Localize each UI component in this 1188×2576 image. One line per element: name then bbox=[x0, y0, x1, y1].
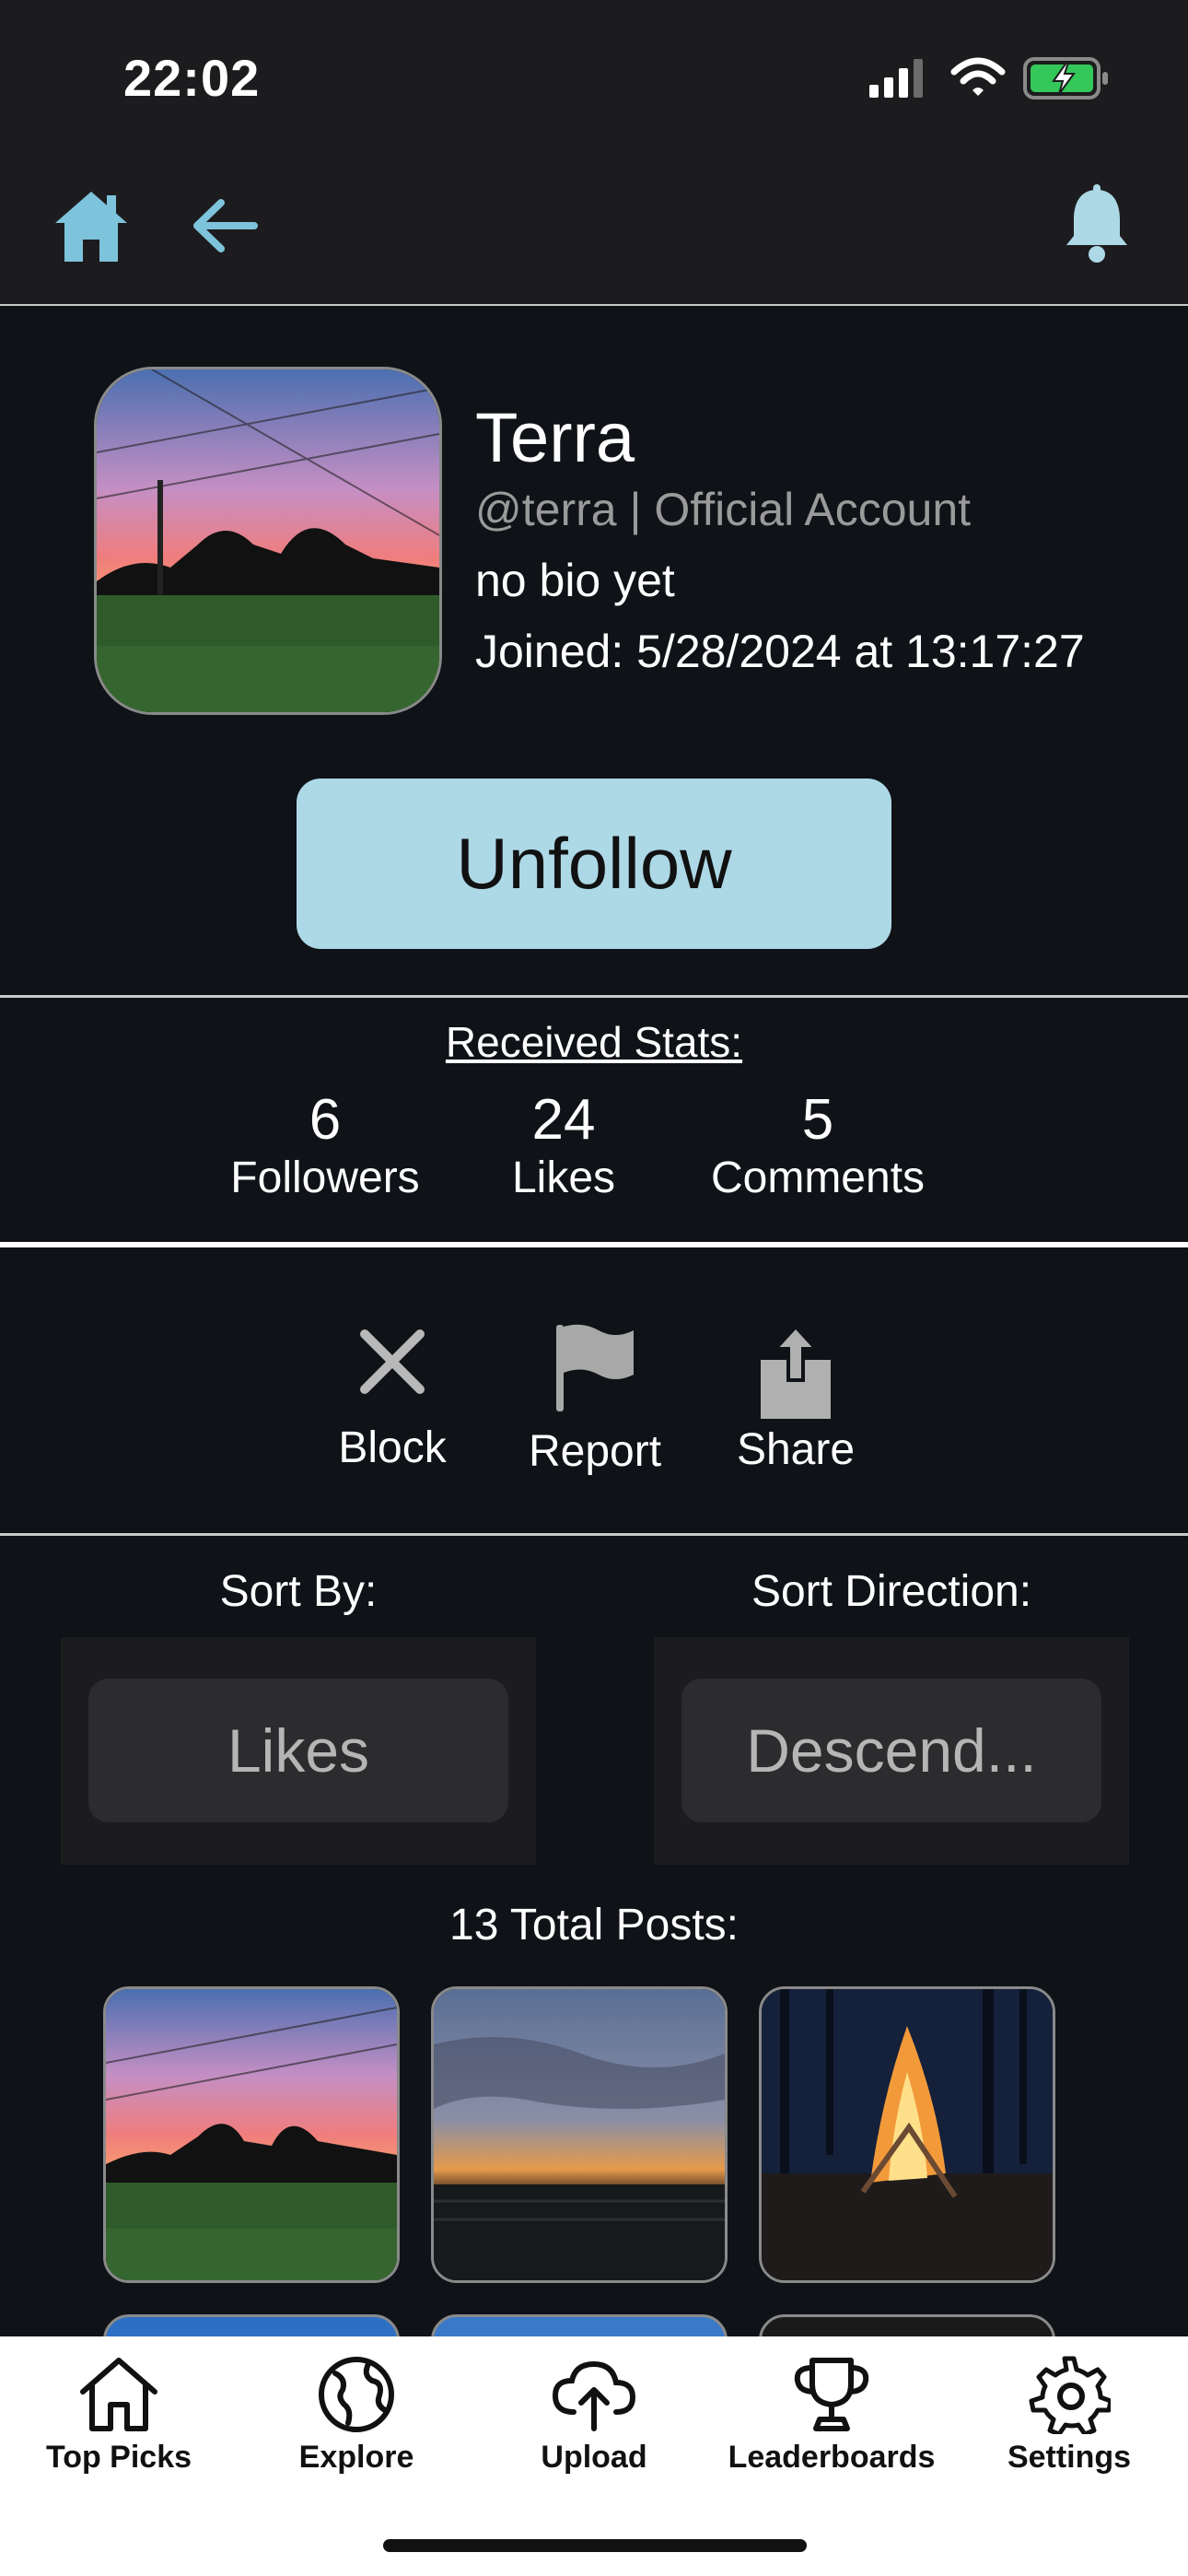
tab-settings[interactable]: Settings bbox=[950, 2355, 1188, 2476]
share-button[interactable]: Share bbox=[722, 1323, 869, 1475]
tab-leaderboards[interactable]: Leaderboards bbox=[713, 2355, 950, 2476]
signal-icon bbox=[869, 59, 923, 98]
back-arrow-icon[interactable] bbox=[190, 195, 260, 256]
globe-icon bbox=[319, 2357, 394, 2432]
flag-icon bbox=[556, 1324, 634, 1411]
stats-title: Received Stats: bbox=[445, 1018, 743, 1066]
cloud-upload-icon bbox=[552, 2360, 636, 2431]
sort-by-label: Sort By: bbox=[219, 1567, 378, 1616]
share-icon bbox=[761, 1324, 831, 1419]
top-bar bbox=[0, 0, 1188, 304]
actions-divider bbox=[0, 1533, 1188, 1536]
close-icon bbox=[360, 1329, 425, 1394]
header-divider bbox=[0, 304, 1188, 306]
sort-direction-select[interactable]: Descend... bbox=[681, 1679, 1101, 1822]
post-thumbnail[interactable] bbox=[431, 1986, 728, 2283]
profile-handle: @terra | Official Account bbox=[475, 484, 972, 535]
tab-upload[interactable]: Upload bbox=[475, 2355, 713, 2476]
profile-bio: no bio yet bbox=[475, 555, 675, 606]
stat-value: 24 bbox=[531, 1088, 596, 1152]
stat-value: 6 bbox=[309, 1088, 342, 1152]
stats-divider bbox=[0, 1242, 1188, 1247]
tab-top-picks[interactable]: Top Picks bbox=[0, 2355, 238, 2476]
trophy-icon bbox=[794, 2358, 869, 2431]
posts-count-title: 13 Total Posts: bbox=[449, 1901, 739, 1950]
stat-likes[interactable]: 24 Likes bbox=[472, 1087, 656, 1203]
report-button[interactable]: Report bbox=[512, 1321, 678, 1477]
status-time: 22:02 bbox=[123, 49, 261, 107]
home-indicator bbox=[383, 2539, 807, 2552]
stat-value: 5 bbox=[801, 1088, 834, 1152]
profile-divider bbox=[0, 995, 1188, 998]
home-nav-icon[interactable] bbox=[50, 184, 133, 267]
battery-icon bbox=[1023, 57, 1108, 100]
tab-explore[interactable]: Explore bbox=[238, 2355, 475, 2476]
sort-by-select[interactable]: Likes bbox=[88, 1679, 508, 1822]
block-button[interactable]: Block bbox=[319, 1325, 466, 1473]
home-icon bbox=[80, 2358, 157, 2431]
tab-label: Leaderboards bbox=[728, 2440, 936, 2475]
wifi-icon bbox=[950, 57, 1006, 96]
block-label: Block bbox=[338, 1423, 447, 1472]
profile-name: Terra bbox=[475, 399, 635, 477]
unfollow-button[interactable]: Unfollow bbox=[297, 779, 891, 949]
profile-joined-date: Joined: 5/28/2024 at 13:17:27 bbox=[475, 626, 1085, 677]
profile-avatar bbox=[94, 367, 442, 715]
stat-label: Likes bbox=[511, 1153, 616, 1202]
sort-direction-label: Sort Direction: bbox=[751, 1567, 1032, 1616]
share-label: Share bbox=[736, 1425, 856, 1474]
stat-followers[interactable]: 6 Followers bbox=[210, 1087, 440, 1203]
gear-icon bbox=[1029, 2356, 1111, 2434]
tab-label: Settings bbox=[1007, 2440, 1132, 2475]
tab-label: Explore bbox=[298, 2440, 414, 2475]
post-thumbnail[interactable] bbox=[103, 1986, 400, 2283]
tab-label: Top Picks bbox=[45, 2440, 192, 2475]
stat-label: Comments bbox=[710, 1153, 926, 1202]
bell-icon[interactable] bbox=[1061, 182, 1133, 265]
report-label: Report bbox=[528, 1427, 662, 1476]
post-thumbnail[interactable] bbox=[759, 1986, 1055, 2283]
tab-label: Upload bbox=[541, 2440, 647, 2475]
stat-comments[interactable]: 5 Comments bbox=[689, 1087, 947, 1203]
stat-label: Followers bbox=[230, 1153, 420, 1202]
